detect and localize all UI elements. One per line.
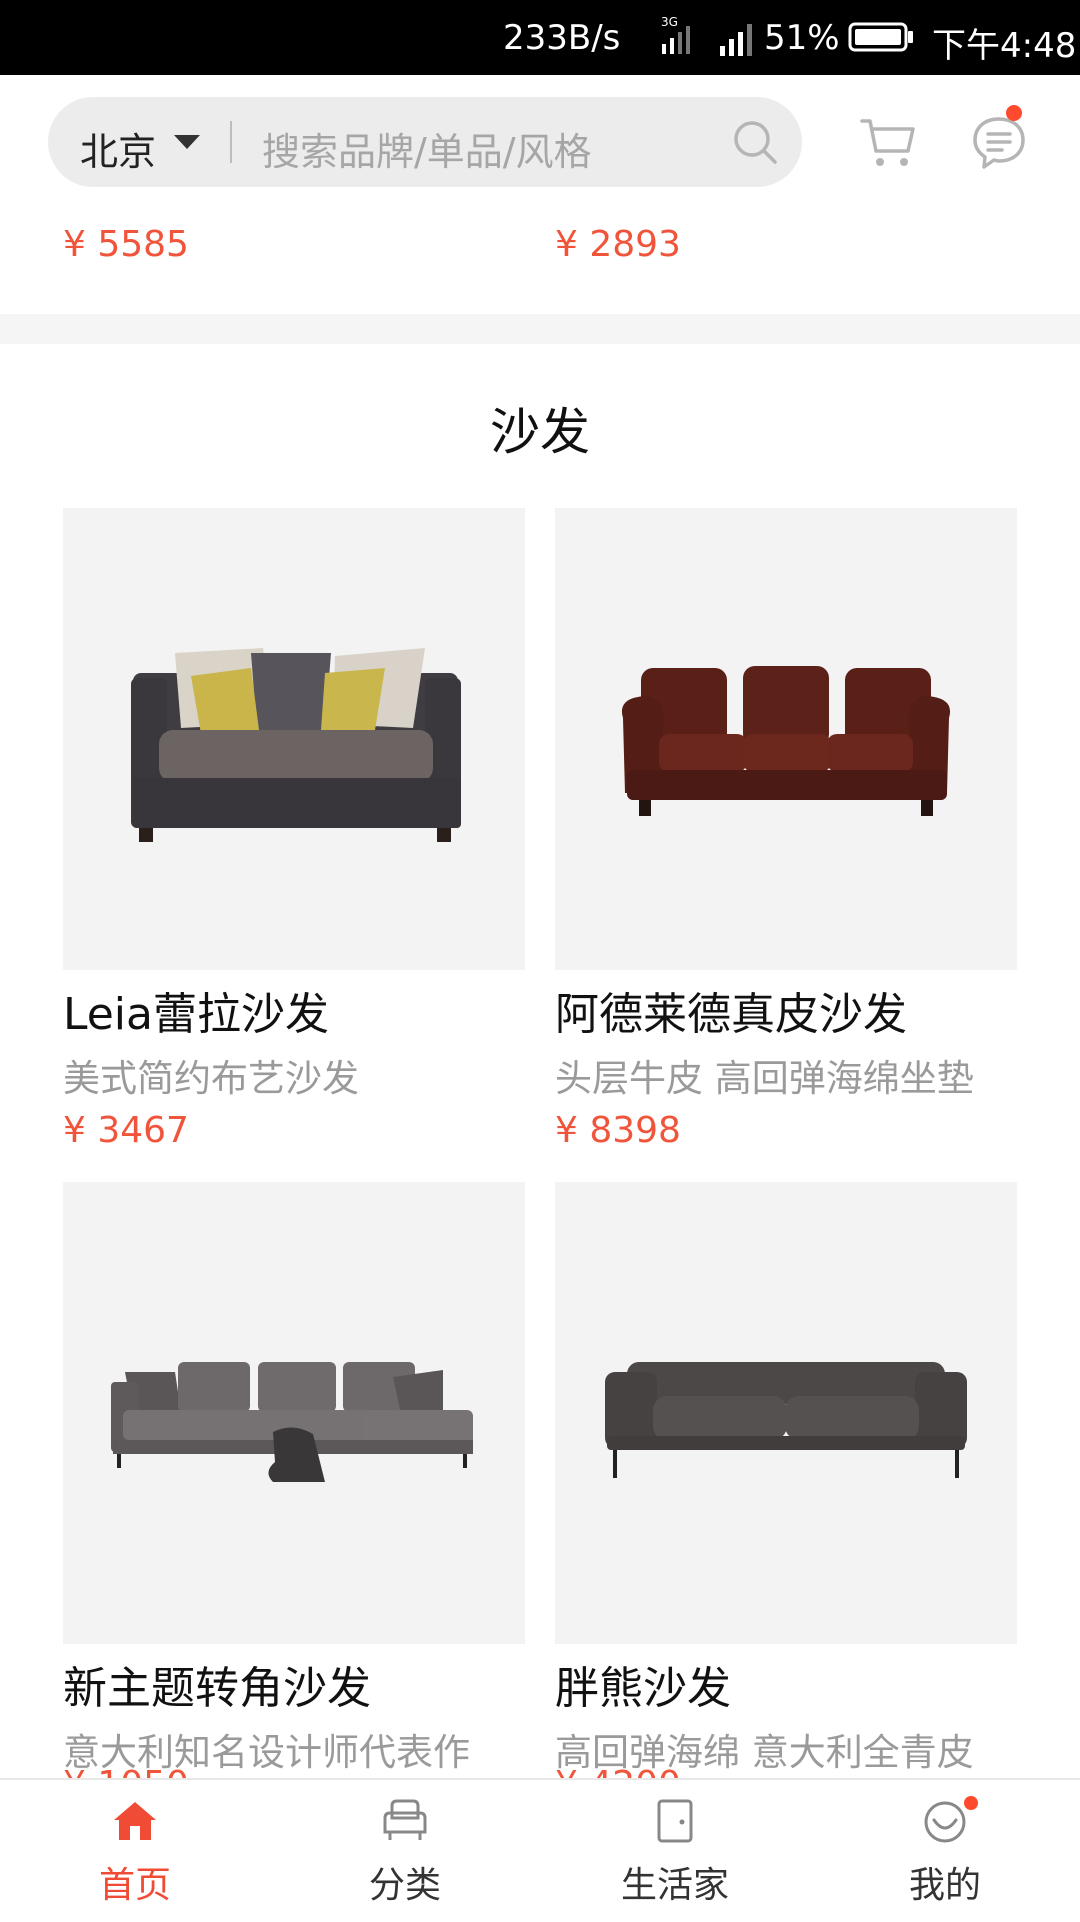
- product-card[interactable]: Leia蕾拉沙发 美式简约布艺沙发 ¥ 3467: [63, 508, 525, 1151]
- nav-life-home[interactable]: 生活家: [540, 1780, 810, 1922]
- bottom-navigation: 首页 分类 生活家 我的: [0, 1778, 1080, 1922]
- product-name: Leia蕾拉沙发: [63, 989, 329, 1040]
- life-home-icon: [657, 1799, 693, 1843]
- sofa-category-icon: [383, 1799, 427, 1840]
- product-image[interactable]: [555, 508, 1017, 970]
- clock: 下午4:48: [932, 26, 1077, 66]
- section-title: 沙发: [490, 403, 590, 461]
- search-bar[interactable]: 北京 搜索品牌/单品/风格: [48, 97, 802, 187]
- profile-icon: [924, 1801, 966, 1843]
- previous-item-price: ¥ 5585: [63, 224, 189, 265]
- product-description: 美式简约布艺沙发: [63, 1057, 359, 1100]
- battery-percent: 51%: [764, 18, 840, 58]
- search-divider: [230, 121, 232, 163]
- product-image[interactable]: [63, 1182, 525, 1644]
- sofa-image-corner: [111, 1362, 473, 1482]
- product-card[interactable]: 胖熊沙发 高回弹海绵 意大利全青皮: [555, 1182, 1017, 1776]
- svg-text:3G: 3G: [661, 15, 678, 29]
- city-selector[interactable]: 北京: [80, 121, 156, 176]
- app-header: 北京 搜索品牌/单品/风格: [0, 75, 1080, 200]
- product-price: ¥ 8398: [555, 1110, 681, 1151]
- nav-category[interactable]: 分类: [270, 1780, 540, 1922]
- sofa-image-grey-loveseat: [131, 648, 461, 842]
- section-separator: [0, 314, 1080, 344]
- caret-down-icon[interactable]: [174, 135, 200, 149]
- cell-signal-icon: [720, 24, 752, 56]
- product-card[interactable]: 阿德莱德真皮沙发 头层牛皮 高回弹海绵坐垫 ¥ 8398: [555, 508, 1017, 1151]
- home-icon: [114, 1802, 156, 1840]
- sofa-image-dark-grey: [605, 1362, 967, 1478]
- product-name: 胖熊沙发: [555, 1663, 731, 1714]
- nav-home[interactable]: 首页: [0, 1780, 270, 1922]
- previous-item-price: ¥ 2893: [555, 224, 681, 265]
- product-card[interactable]: 新主题转角沙发 意大利知名设计师代表作: [63, 1182, 525, 1776]
- product-name: 阿德莱德真皮沙发: [555, 989, 907, 1040]
- product-name: 新主题转角沙发: [63, 1663, 371, 1714]
- network-speed: 233B/s: [503, 18, 621, 58]
- nav-life-home-label: 生活家: [620, 1865, 729, 1906]
- nav-profile-label: 我的: [908, 1865, 981, 1906]
- message-badge: [1006, 105, 1022, 121]
- nav-profile[interactable]: 我的: [810, 1780, 1080, 1922]
- sofa-image-leather: [621, 666, 951, 816]
- search-icon[interactable]: [732, 119, 778, 165]
- status-bar: 233B/s 3G 51% 下午4:48: [0, 0, 1080, 75]
- product-image[interactable]: [555, 1182, 1017, 1644]
- nav-home-label: 首页: [98, 1865, 171, 1906]
- search-input[interactable]: 搜索品牌/单品/风格: [262, 121, 592, 176]
- 3g-signal-icon: 3G: [661, 15, 690, 54]
- message-icon[interactable]: [970, 113, 1028, 171]
- battery-icon: [848, 22, 913, 52]
- cart-icon[interactable]: [860, 115, 916, 171]
- nav-category-label: 分类: [368, 1865, 441, 1906]
- product-price: ¥ 3467: [63, 1110, 189, 1151]
- profile-badge: [964, 1796, 978, 1810]
- product-image[interactable]: [63, 508, 525, 970]
- product-description: 头层牛皮 高回弹海绵坐垫: [555, 1057, 974, 1100]
